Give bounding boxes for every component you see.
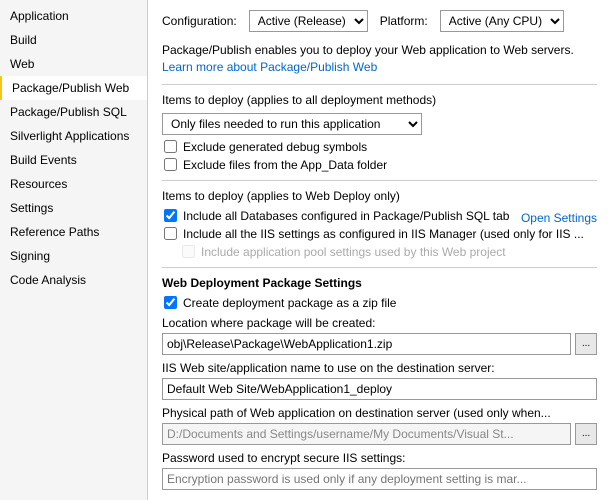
sidebar-item-silverlight-applications[interactable]: Silverlight Applications — [0, 124, 147, 148]
exclude-debug-row: Exclude generated debug symbols — [162, 140, 597, 154]
include-iis-settings-checkbox[interactable] — [164, 227, 177, 240]
top-bar: Configuration: Active (Release) Platform… — [162, 10, 597, 32]
exclude-appdata-row: Exclude files from the App_Data folder — [162, 158, 597, 172]
password-label: Password used to encrypt secure IIS sett… — [162, 451, 597, 465]
include-databases-label: Include all Databases configured in Pack… — [183, 209, 509, 223]
sidebar-item-build[interactable]: Build — [0, 28, 147, 52]
configuration-label: Configuration: — [162, 14, 237, 28]
section2-label: Items to deploy (applies to Web Deploy o… — [162, 189, 597, 203]
description-body: Package/Publish enables you to deploy yo… — [162, 43, 574, 57]
create-zip-label: Create deployment package as a zip file — [183, 296, 396, 310]
sidebar-item-signing[interactable]: Signing — [0, 244, 147, 268]
divider-1 — [162, 84, 597, 85]
create-zip-row: Create deployment package as a zip file — [162, 296, 597, 310]
items-deploy-dropdown-row: Only files needed to run this applicatio… — [162, 113, 597, 135]
open-settings-link[interactable]: Open Settings — [521, 211, 597, 225]
physical-input-row: ... — [162, 423, 597, 445]
include-iis-settings-label: Include all the IIS settings as configur… — [183, 227, 584, 241]
divider-2 — [162, 180, 597, 181]
configuration-select-wrapper[interactable]: Active (Release) — [249, 10, 368, 32]
sidebar-item-package-publish-web[interactable]: Package/Publish Web — [0, 76, 147, 100]
sidebar-item-build-events[interactable]: Build Events — [0, 148, 147, 172]
exclude-debug-checkbox[interactable] — [164, 140, 177, 153]
sidebar-item-reference-paths[interactable]: Reference Paths — [0, 220, 147, 244]
location-browse-button[interactable]: ... — [575, 333, 597, 355]
configuration-select[interactable]: Active (Release) — [250, 11, 367, 31]
divider-3 — [162, 267, 597, 268]
sidebar-item-code-analysis[interactable]: Code Analysis — [0, 268, 147, 292]
main-content: Configuration: Active (Release) Platform… — [148, 0, 611, 500]
exclude-appdata-checkbox[interactable] — [164, 158, 177, 171]
platform-label: Platform: — [380, 14, 428, 28]
create-zip-checkbox[interactable] — [164, 296, 177, 309]
include-iis-settings-row: Include all the IIS settings as configur… — [162, 227, 597, 241]
web-deploy-section-label: Web Deployment Package Settings — [162, 276, 597, 290]
sidebar-item-web[interactable]: Web — [0, 52, 147, 76]
physical-input — [162, 423, 571, 445]
password-input[interactable] — [162, 468, 597, 490]
physical-browse-button[interactable]: ... — [575, 423, 597, 445]
location-label: Location where package will be created: — [162, 316, 597, 330]
include-databases-checkbox-row: Include all Databases configured in Pack… — [162, 209, 515, 223]
include-app-pool-label: Include application pool settings used b… — [201, 245, 506, 259]
section1-label: Items to deploy (applies to all deployme… — [162, 93, 597, 107]
location-input-row: ... — [162, 333, 597, 355]
iis-input[interactable] — [162, 378, 597, 400]
platform-select[interactable]: Active (Any CPU) — [441, 11, 563, 31]
include-app-pool-checkbox — [182, 245, 195, 258]
platform-select-wrapper[interactable]: Active (Any CPU) — [440, 10, 564, 32]
description-text: Package/Publish enables you to deploy yo… — [162, 42, 597, 76]
sidebar-item-application[interactable]: Application — [0, 4, 147, 28]
exclude-appdata-label: Exclude files from the App_Data folder — [183, 158, 387, 172]
include-databases-checkbox[interactable] — [164, 209, 177, 222]
items-deploy-select[interactable]: Only files needed to run this applicatio… — [162, 113, 422, 135]
exclude-debug-label: Exclude generated debug symbols — [183, 140, 367, 154]
sidebar-item-package-publish-sql[interactable]: Package/Publish SQL — [0, 100, 147, 124]
include-databases-row: Include all Databases configured in Pack… — [162, 209, 597, 227]
iis-input-row — [162, 378, 597, 400]
sidebar: ApplicationBuildWebPackage/Publish WebPa… — [0, 0, 148, 500]
include-app-pool-row: Include application pool settings used b… — [162, 245, 597, 259]
learn-more-link[interactable]: Learn more about Package/Publish Web — [162, 60, 377, 74]
sidebar-item-resources[interactable]: Resources — [0, 172, 147, 196]
location-input[interactable] — [162, 333, 571, 355]
iis-label: IIS Web site/application name to use on … — [162, 361, 597, 375]
sidebar-item-settings[interactable]: Settings — [0, 196, 147, 220]
physical-label: Physical path of Web application on dest… — [162, 406, 597, 420]
password-input-row — [162, 468, 597, 490]
